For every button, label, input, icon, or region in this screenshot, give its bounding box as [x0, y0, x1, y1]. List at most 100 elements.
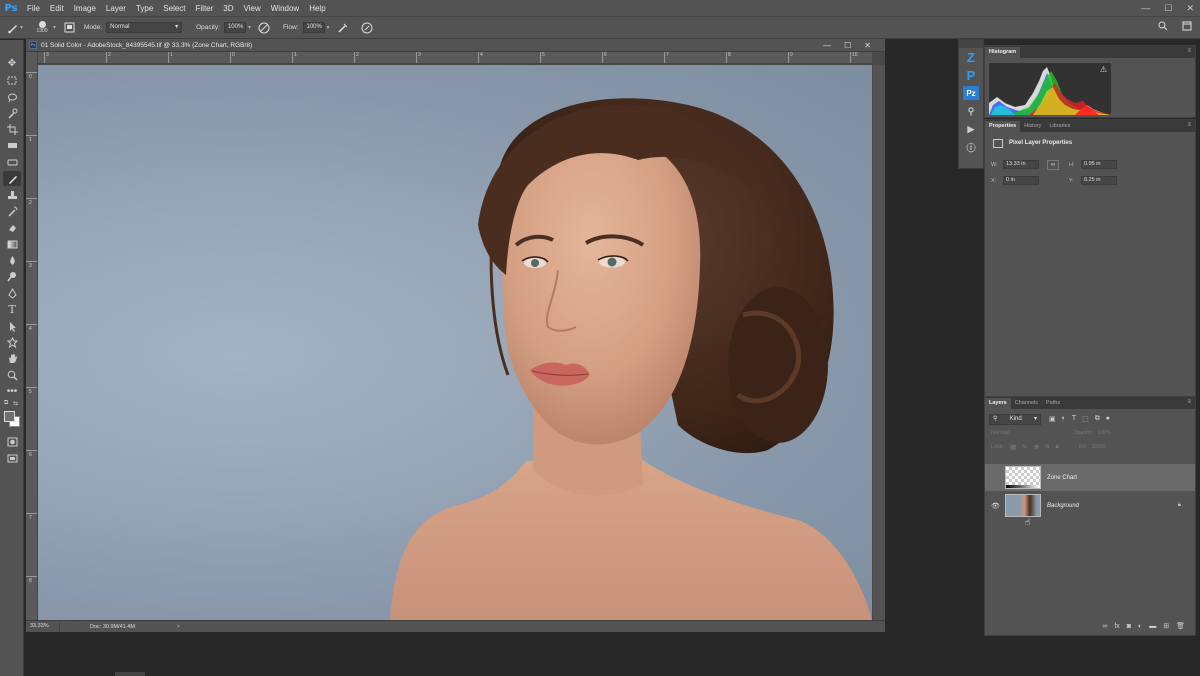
menu-type[interactable]: Type [131, 4, 158, 13]
menu-help[interactable]: Help [304, 4, 330, 13]
menu-edit[interactable]: Edit [45, 4, 69, 13]
filter-pixel-icon[interactable]: ▣ [1049, 415, 1056, 423]
plugin-pz-icon[interactable]: Pz [963, 86, 979, 100]
menu-image[interactable]: Image [69, 4, 101, 13]
menu-view[interactable]: View [239, 4, 266, 13]
tab-layers[interactable]: Layers [985, 398, 1011, 409]
plugin-z-icon[interactable]: Z [959, 48, 983, 66]
adjustment-layer-icon[interactable]: ◐ [1138, 623, 1142, 630]
tab-channels[interactable]: Channels [1011, 398, 1042, 409]
ruler-vertical[interactable]: 0 1 2 3 4 5 6 7 8 [26, 52, 38, 622]
layer-row-zone-chart[interactable]: Zone Chart [985, 464, 1195, 491]
menu-select[interactable]: Select [158, 4, 190, 13]
menu-layer[interactable]: Layer [101, 4, 131, 13]
y-input[interactable]: 8.25 in [1081, 176, 1117, 185]
eraser-tool-icon[interactable] [3, 220, 21, 235]
pressure-size-icon[interactable] [360, 21, 374, 35]
actions-play-icon[interactable]: ▶ [959, 120, 983, 138]
document-tab[interactable]: Ps 01 Solid Color - AdobeStock_84395545.… [26, 39, 885, 52]
chevron-down-icon[interactable]: ▾ [248, 24, 251, 31]
fill-input[interactable]: 100% [1091, 444, 1105, 450]
default-colors-icon[interactable]: ⧉ [4, 400, 8, 407]
layer-opacity-input[interactable]: 100% [1097, 430, 1111, 436]
lock-position-icon[interactable]: ✥ [1034, 443, 1039, 451]
close-button[interactable]: ✕ [1186, 3, 1194, 14]
new-layer-icon[interactable]: ⊞ [1163, 622, 1169, 630]
doc-maximize-button[interactable]: ☐ [844, 41, 851, 50]
image-canvas[interactable] [38, 65, 872, 620]
trash-icon[interactable]: 🗑︎ [1176, 622, 1185, 630]
filter-adjustment-icon[interactable]: ◐ [1062, 415, 1066, 423]
zoom-level-field[interactable]: 33.33% [30, 622, 60, 631]
quick-selection-tool-icon[interactable] [3, 106, 21, 121]
filter-shape-icon[interactable]: ⬚ [1082, 415, 1089, 423]
type-tool-icon[interactable]: T [3, 302, 21, 317]
strip-handle[interactable] [959, 40, 983, 48]
minimize-button[interactable]: — [1141, 3, 1150, 13]
filter-toggle-icon[interactable]: ● [1106, 415, 1110, 423]
blend-mode-select[interactable]: Normal [991, 430, 1051, 436]
link-layers-icon[interactable]: ∞ [1102, 623, 1107, 630]
lock-transparent-icon[interactable]: ▦ [1010, 443, 1016, 451]
crop-tool-icon[interactable] [3, 122, 21, 137]
eye-icon[interactable]: 👁︎ [991, 502, 1000, 510]
brush-panel-icon[interactable] [62, 21, 76, 35]
doc-close-button[interactable]: ✕ [864, 41, 871, 50]
layer-row-background[interactable]: 👁︎ Background 🔒︎ [985, 492, 1195, 519]
foreground-color-swatch[interactable] [4, 411, 15, 422]
opacity-input[interactable]: 100% [223, 22, 246, 33]
lock-all-icon[interactable]: 🔒︎ [1055, 443, 1058, 451]
tab-paths[interactable]: Paths [1042, 398, 1064, 409]
lock-image-icon[interactable]: ✎ [1022, 443, 1027, 451]
panel-menu-icon[interactable]: ≡ [1187, 122, 1191, 128]
add-mask-icon[interactable]: ◙ [1127, 623, 1131, 630]
chevron-down-icon[interactable]: ▾ [327, 24, 330, 31]
gradient-tool-icon[interactable] [3, 237, 21, 252]
brush-size-picker[interactable]: 1300 [31, 21, 53, 34]
filter-type-icon[interactable]: T [1072, 415, 1076, 423]
info-icon[interactable]: ⓘ [959, 138, 983, 156]
search-icon[interactable] [1158, 21, 1168, 34]
lasso-tool-icon[interactable] [3, 90, 21, 105]
eyedropper-tool-icon[interactable] [3, 155, 21, 170]
ruler-horizontal[interactable]: 321012345678910111213 [38, 52, 872, 64]
workspace-icon[interactable] [1182, 21, 1192, 34]
menu-3d[interactable]: 3D [218, 4, 238, 13]
lock-icon[interactable]: 🔒︎ [1178, 502, 1181, 509]
chevron-right-icon[interactable]: › [177, 623, 179, 630]
dodge-tool-icon[interactable] [3, 269, 21, 284]
brush-tool-preset-icon[interactable] [6, 21, 20, 35]
screen-mode-icon[interactable] [3, 451, 21, 466]
fx-icon[interactable]: fx [1114, 623, 1119, 630]
swap-colors-icon[interactable]: ⇆ [13, 400, 18, 407]
move-tool-icon[interactable]: ✥ [3, 56, 21, 71]
custom-shape-tool-icon[interactable] [3, 335, 21, 350]
x-input[interactable]: 0 in [1003, 176, 1039, 185]
link-icon[interactable]: ∞ [1047, 160, 1059, 170]
height-input[interactable]: 0.95 in [1081, 160, 1117, 169]
tab-libraries[interactable]: Libraries [1045, 121, 1074, 132]
tab-properties[interactable]: Properties [985, 121, 1021, 132]
menu-filter[interactable]: Filter [191, 4, 219, 13]
warning-icon[interactable]: ⚠ [1100, 65, 1107, 74]
filter-smart-object-icon[interactable]: ⧉ [1095, 415, 1100, 423]
blur-tool-icon[interactable] [3, 253, 21, 268]
airbrush-icon[interactable] [336, 21, 350, 35]
quick-mask-icon[interactable] [3, 434, 21, 449]
flow-input[interactable]: 100% [302, 22, 325, 33]
menu-file[interactable]: File [22, 4, 45, 13]
tab-histogram[interactable]: Histogram [985, 47, 1021, 58]
new-group-icon[interactable]: ▬ [1149, 623, 1156, 630]
layer-kind-select[interactable]: ⚲ Kind ▾ [989, 413, 1041, 425]
more-tools-icon[interactable]: ••• [3, 384, 21, 399]
maximize-button[interactable]: ☐ [1164, 3, 1172, 14]
marquee-tool-icon[interactable] [3, 73, 21, 88]
tab-history[interactable]: History [1020, 121, 1045, 132]
mode-select[interactable]: Normal ▾ [106, 22, 183, 33]
brush-settings-icon[interactable]: ⚲ [959, 102, 983, 120]
clone-stamp-tool-icon[interactable] [3, 188, 21, 203]
pressure-opacity-icon[interactable] [257, 21, 271, 35]
panel-menu-icon[interactable]: ≡ [1187, 48, 1191, 54]
vertical-scrollbar[interactable] [873, 65, 885, 620]
lock-artboard-icon[interactable]: ⧈ [1045, 443, 1049, 451]
